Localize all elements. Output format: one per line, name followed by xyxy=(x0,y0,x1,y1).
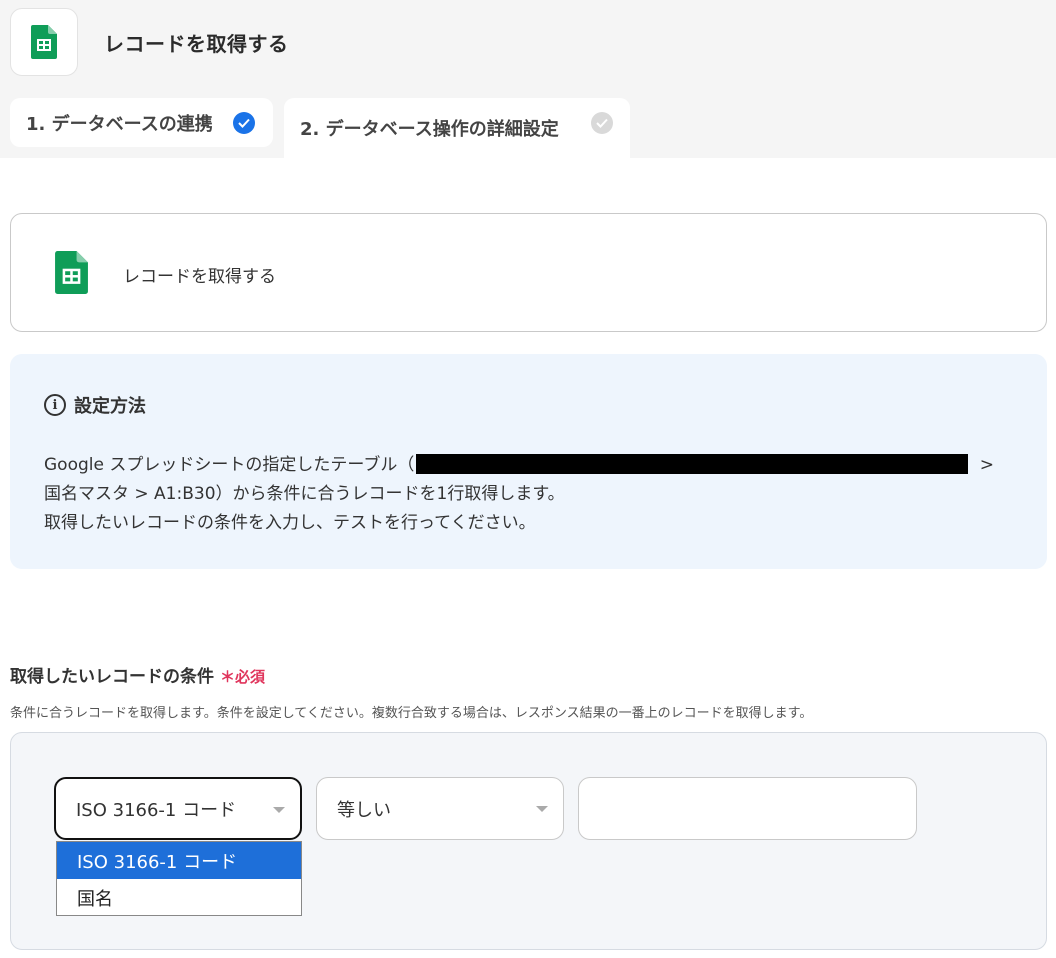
tab-database-link[interactable]: 1. データベースの連携 xyxy=(10,98,273,147)
action-card-label: レコードを取得する xyxy=(123,267,276,287)
google-sheets-icon xyxy=(55,251,88,298)
info-heading: i 設定方法 xyxy=(44,392,146,418)
dropdown-option[interactable]: 国名 xyxy=(57,879,301,916)
condition-title-text: 取得したいレコードの条件 xyxy=(10,667,214,687)
operator-select[interactable]: 等しい xyxy=(316,777,564,840)
required-asterisk: ＊ xyxy=(220,668,236,686)
info-line-1: Google スプレッドシートの指定したテーブル（ > xyxy=(44,451,994,480)
info-line-3: 取得したいレコードの条件を入力し、テストを行ってください。 xyxy=(44,513,536,533)
chevron-down-icon xyxy=(273,807,285,813)
check-circle-icon xyxy=(233,112,255,134)
field-select-value: ISO 3166-1 コード xyxy=(76,799,237,821)
required-indicator: ＊必須 xyxy=(220,666,265,687)
tab-label: 2. データベース操作の詳細設定 xyxy=(300,119,559,140)
header-bar: レコードを取得する 1. データベースの連携 2. データベース操作の詳細設定 xyxy=(0,0,1056,158)
info-line-1-prefix: Google スプレッドシートの指定したテーブル（ xyxy=(44,455,415,475)
redacted-block xyxy=(416,454,969,474)
condition-description: 条件に合うレコードを取得します。条件を設定してください。複数行合致する場合は、レ… xyxy=(10,706,813,721)
google-sheets-icon xyxy=(31,25,57,59)
value-input[interactable] xyxy=(578,777,917,840)
check-circle-icon xyxy=(591,112,613,134)
dropdown-option[interactable]: ISO 3166-1 コード xyxy=(57,842,301,879)
condition-title: 取得したいレコードの条件 ＊必須 xyxy=(10,662,265,687)
field-select[interactable]: ISO 3166-1 コード xyxy=(54,777,302,840)
info-line-1-suffix: > xyxy=(974,455,994,475)
info-line-2: 国名マスタ > A1:B30）から条件に合うレコードを1行取得します。 xyxy=(44,484,565,504)
info-icon: i xyxy=(44,394,66,416)
required-label: 必須 xyxy=(235,668,266,686)
chevron-down-icon xyxy=(536,806,548,812)
tab-operation-settings[interactable]: 2. データベース操作の詳細設定 xyxy=(284,98,630,158)
field-dropdown-menu: ISO 3166-1 コード 国名 xyxy=(56,841,302,916)
page-title: レコードを取得する xyxy=(104,32,289,56)
tab-label: 1. データベースの連携 xyxy=(26,113,213,135)
app-icon-container xyxy=(10,8,78,76)
info-box: i 設定方法 Google スプレッドシートの指定したテーブル（ > 国名マスタ… xyxy=(10,354,1047,569)
info-body: Google スプレッドシートの指定したテーブル（ > 国名マスタ > A1:B… xyxy=(44,451,994,538)
action-card: レコードを取得する xyxy=(10,213,1047,332)
info-heading-text: 設定方法 xyxy=(74,396,146,417)
operator-select-value: 等しい xyxy=(337,799,391,821)
